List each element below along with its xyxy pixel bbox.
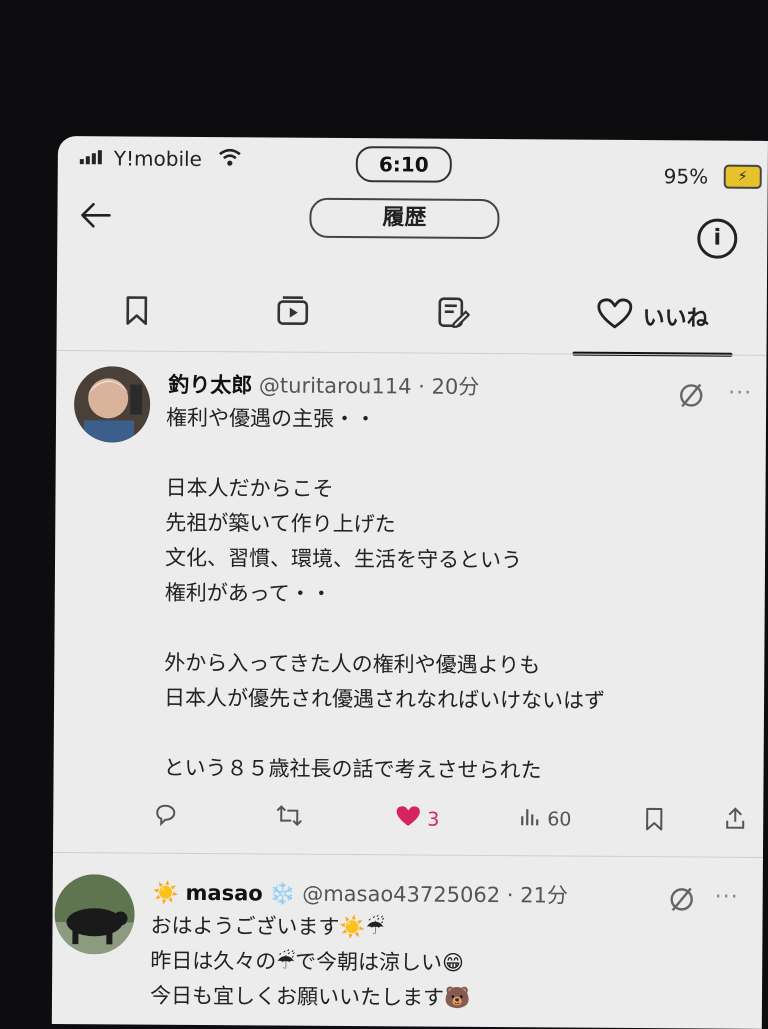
tweet-header: ☀️ masao ❄️ @masao43725062 · 21分 — [153, 877, 568, 910]
wifi-icon — [218, 147, 242, 172]
share-icon — [723, 807, 747, 836]
battery-percent: 95% — [663, 164, 709, 189]
page-title: 履歴 — [309, 197, 500, 240]
article-edit-icon — [436, 296, 471, 334]
reply-icon — [153, 803, 177, 832]
battery-charging-icon: ⚡ — [723, 164, 762, 189]
tab-likes[interactable]: いいね — [573, 280, 733, 353]
tab-likes-label: いいね — [642, 306, 709, 332]
signal-icon — [79, 150, 102, 165]
author-handle[interactable]: @masao43725062 — [302, 882, 500, 907]
grin-emoji-icon: 😁 — [441, 950, 465, 975]
tweet-divider — [52, 851, 763, 858]
bookmark-button[interactable] — [643, 806, 665, 837]
tab-videos[interactable] — [253, 277, 334, 350]
share-button[interactable] — [723, 807, 747, 836]
bear-emoji-icon: 🐻 — [443, 985, 471, 1010]
author-name[interactable]: masao — [185, 881, 262, 906]
tweet-line: 昨日は久々の☔で今朝は涼しい😁 — [150, 948, 465, 975]
bookmark-icon — [123, 294, 151, 330]
views-bar-chart-icon — [519, 805, 541, 832]
tab-articles[interactable] — [413, 278, 494, 351]
status-time: 6:10 — [355, 146, 452, 183]
tab-bookmarks[interactable] — [97, 276, 178, 349]
avatar[interactable] — [54, 873, 135, 955]
status-bar: Y!mobile 6:10 95% ⚡ — [58, 136, 768, 191]
reply-button[interactable] — [153, 803, 177, 832]
tweet-header: 釣り太郎 @turitarou114 · 20分 — [168, 369, 479, 401]
tweet-actions: 3 60 — [53, 802, 763, 847]
author-handle[interactable]: @turitarou114 — [259, 373, 412, 398]
phone-screen: Y!mobile 6:10 95% ⚡ 履歴 i いいね 釣り太郎 @turit… — [51, 136, 768, 1029]
snowflake-emoji-icon: ❄️ — [269, 881, 296, 906]
views-button[interactable]: 60 — [519, 805, 572, 832]
video-icon — [276, 296, 310, 332]
like-count: 3 — [427, 808, 440, 831]
tweet-line: おはようございます☀️☔ — [150, 913, 385, 940]
retweet-button[interactable] — [275, 804, 303, 833]
tweet-text: おはようございます☀️☔ 昨日は久々の☔で今朝は涼しい😁 今日も宜しくお願いいた… — [150, 909, 751, 1018]
heart-icon — [597, 298, 633, 334]
tweet-text: 権利や優遇の主張・・ 日本人だからこそ 先祖が築いて作り上げた 文化、習慣、環境… — [163, 405, 606, 783]
heart-filled-icon — [395, 804, 421, 833]
sun-emoji-icon: ☀️ — [339, 914, 366, 940]
tab-bar: いいね — [56, 276, 767, 359]
info-icon[interactable]: i — [697, 218, 738, 259]
more-options-icon[interactable]: ··· — [728, 381, 752, 406]
retweet-icon — [275, 804, 303, 833]
sun-emoji-icon: ☀️ — [152, 880, 179, 905]
tweet-time: · 21分 — [506, 883, 568, 908]
back-arrow-icon[interactable] — [79, 198, 111, 238]
tweet-time: · 20分 — [418, 374, 480, 399]
more-options-icon[interactable]: ··· — [715, 885, 739, 910]
carrier-name: Y!mobile — [113, 146, 203, 172]
view-count: 60 — [547, 807, 572, 831]
tweet-line: 今日も宜しくお願いいたします🐻 — [149, 983, 471, 1010]
umbrella-rain-emoji-icon: ☔ — [365, 915, 385, 940]
umbrella-rain-emoji-icon: ☔ — [276, 949, 296, 974]
bookmark-icon — [643, 806, 665, 837]
author-name[interactable]: 釣り太郎 — [168, 373, 252, 398]
like-button[interactable]: 3 — [395, 804, 439, 833]
avatar[interactable] — [73, 366, 151, 443]
